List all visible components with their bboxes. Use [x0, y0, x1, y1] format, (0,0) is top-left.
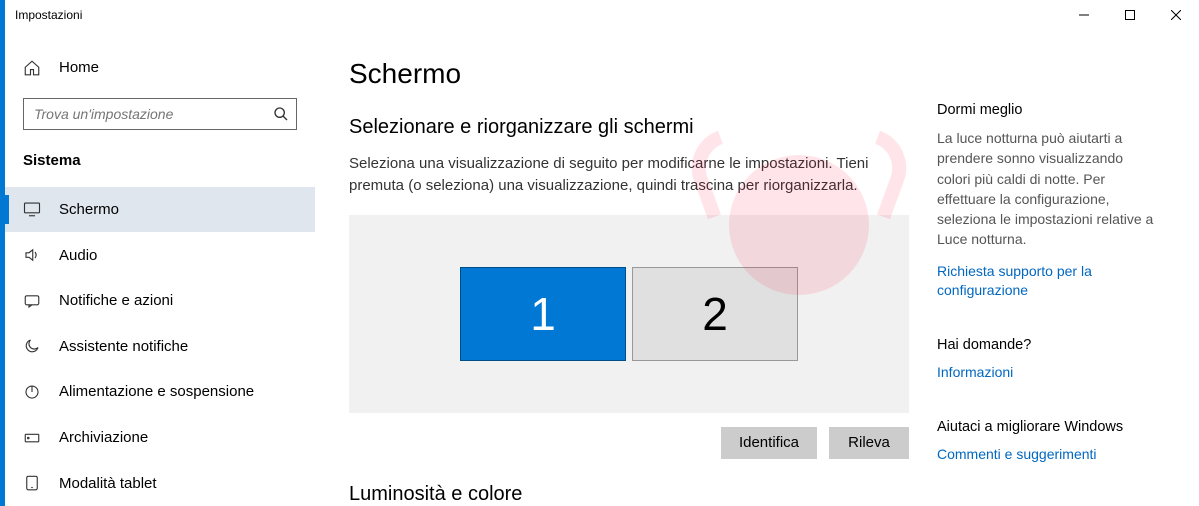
home-icon [23, 59, 41, 77]
sidebar-item-focus-assist[interactable]: Assistente notifiche [5, 324, 315, 370]
sleep-better-title: Dormi meglio [937, 102, 1159, 118]
brightness-section-title: Luminosità e colore [349, 483, 909, 506]
speaker-icon [23, 246, 41, 264]
sidebar-item-audio[interactable]: Audio [5, 232, 315, 278]
sidebar-item-label: Notifiche e azioni [59, 292, 173, 309]
info-link[interactable]: Informazioni [937, 363, 1159, 383]
sidebar-item-notifications[interactable]: Notifiche e azioni [5, 278, 315, 324]
storage-icon [23, 429, 41, 447]
sidebar-item-tablet[interactable]: Modalità tablet [5, 460, 315, 506]
search-input[interactable] [23, 98, 297, 130]
power-icon [23, 383, 41, 401]
identify-button[interactable]: Identifica [721, 427, 817, 459]
moon-icon [23, 337, 41, 355]
sidebar-item-label: Assistente notifiche [59, 338, 188, 355]
info-panel: Dormi meglio La luce notturna può aiutar… [909, 58, 1179, 506]
monitor-icon [23, 200, 41, 218]
monitor-2[interactable]: 2 [632, 267, 798, 361]
sidebar-item-label: Schermo [59, 201, 119, 218]
arrange-section-desc: Seleziona una visualizzazione di seguito… [349, 153, 889, 197]
search-icon [273, 106, 289, 122]
sidebar-item-display[interactable]: Schermo [5, 187, 315, 233]
feedback-title: Aiutaci a migliorare Windows [937, 419, 1159, 435]
arrange-section-title: Selezionare e riorganizzare gli schermi [349, 116, 909, 139]
sidebar-item-storage[interactable]: Archiviazione [5, 415, 315, 461]
window-title: Impostazioni [15, 8, 82, 22]
sidebar-item-label: Modalità tablet [59, 475, 157, 492]
sidebar: Home Sistema Schermo Audio Notifiche e a… [5, 30, 315, 506]
sidebar-home[interactable]: Home [5, 48, 315, 88]
config-support-link[interactable]: Richiesta supporto per la configurazione [937, 262, 1159, 301]
feedback-link[interactable]: Commenti e suggerimenti [937, 445, 1159, 465]
sidebar-home-label: Home [59, 59, 99, 76]
display-arrangement-area[interactable]: 1 2 [349, 215, 909, 413]
sidebar-item-label: Archiviazione [59, 429, 148, 446]
detect-button[interactable]: Rileva [829, 427, 909, 459]
monitor-1[interactable]: 1 [460, 267, 626, 361]
maximize-button[interactable] [1107, 0, 1153, 30]
sidebar-item-power[interactable]: Alimentazione e sospensione [5, 369, 315, 415]
sidebar-item-label: Audio [59, 247, 97, 264]
minimize-button[interactable] [1061, 0, 1107, 30]
main-content: Schermo Selezionare e riorganizzare gli … [315, 30, 1199, 506]
page-title: Schermo [349, 58, 909, 90]
close-button[interactable] [1153, 0, 1199, 30]
titlebar: Impostazioni [5, 0, 1199, 30]
notification-icon [23, 292, 41, 310]
sidebar-item-label: Alimentazione e sospensione [59, 383, 254, 400]
tablet-icon [23, 474, 41, 492]
sidebar-category: Sistema [5, 130, 315, 187]
questions-title: Hai domande? [937, 337, 1159, 353]
sleep-better-text: La luce notturna può aiutarti a prendere… [937, 128, 1159, 250]
